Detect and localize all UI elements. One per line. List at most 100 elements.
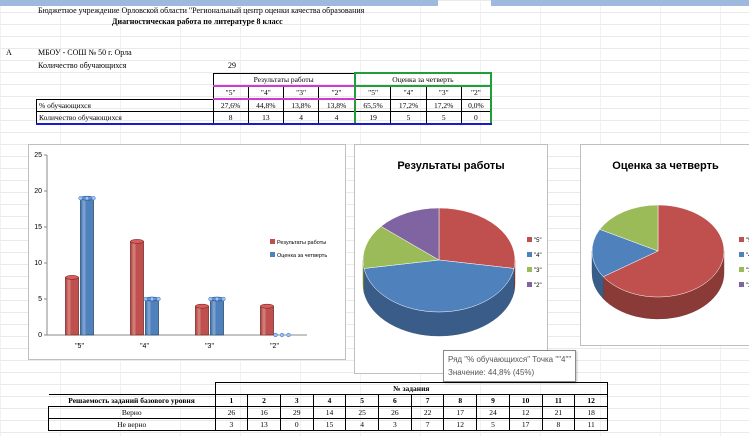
table-cell[interactable]: 4: [318, 111, 356, 125]
pie-chart-results-frame[interactable]: Результаты работы "5" "4" "3" "2": [354, 144, 548, 374]
legend-swatch: [270, 252, 275, 257]
selection-handle: [143, 296, 148, 302]
y-tick-label: 0: [38, 332, 42, 339]
table-cell[interactable]: 25: [345, 406, 380, 419]
table-cell[interactable]: 3: [378, 418, 412, 431]
chart-tooltip: Ряд "% обучающихся" Точка ""4"" Значение…: [443, 350, 577, 382]
table-cell[interactable]: 29: [279, 406, 314, 419]
bar[interactable]: [145, 296, 159, 336]
group1-title: Результаты работы: [212, 72, 356, 87]
table-cell[interactable]: 13: [247, 418, 281, 431]
table-cell[interactable]: 17: [508, 418, 543, 431]
table-cell[interactable]: 12: [508, 406, 543, 419]
legend-swatch: [527, 237, 532, 242]
selection-handle: [273, 332, 278, 338]
grade-header: "3": [282, 85, 320, 100]
table-cell[interactable]: 14: [312, 406, 347, 419]
table-row: Верно 26 16 29 14 25 26 22 17 24 12 21 1…: [48, 406, 608, 419]
grade-header: "2": [318, 85, 356, 100]
pie-slice[interactable]: [438, 207, 516, 269]
tooltip-line1: Ряд "% обучающихся" Точка ""4"": [448, 355, 572, 364]
task-number: 1: [214, 394, 249, 407]
table-cell[interactable]: 8: [212, 111, 249, 125]
grade-header: "3": [425, 85, 462, 100]
table-cell[interactable]: 15: [312, 418, 347, 431]
table-cell[interactable]: 0: [460, 111, 492, 125]
table-cell[interactable]: 5: [390, 111, 427, 125]
table-cell[interactable]: 7: [410, 418, 445, 431]
table-cell[interactable]: 17: [443, 406, 478, 419]
table-cell[interactable]: 0,0%: [460, 98, 492, 112]
task-number: 10: [508, 394, 543, 407]
table-cell[interactable]: 19: [353, 111, 392, 125]
table-cell[interactable]: 18: [574, 406, 608, 419]
group2-title: Оценка за четверть: [353, 72, 493, 87]
bar[interactable]: [130, 239, 144, 336]
task-number: 3: [279, 394, 314, 407]
table-cell[interactable]: 17,2%: [425, 98, 462, 112]
legend-label: Результаты работы: [277, 240, 326, 246]
legend-swatch: [739, 237, 744, 242]
table-cell[interactable]: 13,8%: [282, 98, 320, 112]
bar[interactable]: [260, 303, 274, 336]
pie-chart-quarter-frame[interactable]: Оценка за четверть "5""4""3""2": [580, 144, 749, 346]
bar[interactable]: [65, 275, 79, 336]
table-cell[interactable]: 26: [214, 406, 249, 419]
table-cell[interactable]: 22: [410, 406, 445, 419]
grade-header: "2": [460, 85, 492, 100]
table-cell[interactable]: 3: [214, 418, 249, 431]
legend-swatch: [270, 239, 275, 244]
bar-chart-frame[interactable]: 0 5 10 15 20 25 "5" "4" "3" "2" Результаты работы О…: [28, 144, 346, 360]
table-cell[interactable]: 4: [282, 111, 320, 125]
y-tick-label: 5: [38, 296, 42, 303]
legend-swatch: [527, 252, 532, 257]
table-cell[interactable]: 8: [541, 418, 576, 431]
table-cell[interactable]: 5: [476, 418, 510, 431]
bar[interactable]: [195, 303, 209, 336]
tasks-header-title: № задания: [214, 382, 608, 395]
grade-header: "5": [212, 85, 249, 100]
table-cell[interactable]: 17,2%: [390, 98, 427, 112]
table-cell[interactable]: 16: [247, 406, 281, 419]
task-number: 7: [410, 394, 445, 407]
table-row: % обучающихся 27,6% 44,8% 13,8% 13,8% 65…: [36, 98, 492, 112]
y-tick-label: 20: [34, 188, 42, 195]
y-tick-label: 10: [34, 260, 42, 267]
table-cell[interactable]: 24: [476, 406, 510, 419]
table-row: Не верно 3 13 0 15 4 3 7 12 5 17 8 11: [48, 418, 608, 431]
row-label: Количество обучающихся: [36, 111, 214, 125]
table-cell[interactable]: 5: [425, 111, 462, 125]
x-tick-label: "5": [75, 343, 84, 350]
table-cell[interactable]: 13,8%: [318, 98, 356, 112]
table-cell[interactable]: 21: [541, 406, 576, 419]
ribbon-band-right: [491, 0, 749, 6]
grade-header: "4": [390, 85, 427, 100]
task-number: 11: [541, 394, 576, 407]
table-cell[interactable]: 0: [279, 418, 314, 431]
row-label: Не верно: [48, 418, 216, 431]
table-cell[interactable]: 27,6%: [212, 98, 249, 112]
table-cell[interactable]: 4: [345, 418, 380, 431]
table-cell[interactable]: 11: [574, 418, 608, 431]
pie-title-results: Результаты работы: [397, 160, 505, 172]
task-number: 6: [378, 394, 412, 407]
pie-chart-results: "5" "4" "3" "2": [362, 207, 542, 337]
task-number: 8: [443, 394, 478, 407]
selection-handle: [91, 196, 96, 201]
table-cell[interactable]: 12: [443, 418, 478, 431]
legend-swatch: [527, 282, 532, 287]
table-cell[interactable]: 26: [378, 406, 412, 419]
legend-swatch: [527, 267, 532, 272]
tooltip-line2: Значение: 44,8% (45%): [448, 368, 535, 377]
table-cell[interactable]: 13: [247, 111, 284, 125]
org-line: Бюджетное учреждение Орловской области "…: [38, 6, 365, 15]
table-cell[interactable]: 65,5%: [353, 98, 392, 112]
table-cell[interactable]: 44,8%: [247, 98, 284, 112]
pie-title-quarter: Оценка за четверть: [612, 160, 719, 172]
count-value: 29: [228, 61, 236, 70]
bar[interactable]: [80, 195, 94, 336]
task-number: 12: [574, 394, 608, 407]
task-number: 2: [247, 394, 281, 407]
bar[interactable]: [210, 296, 224, 336]
selection-handle: [286, 332, 291, 338]
